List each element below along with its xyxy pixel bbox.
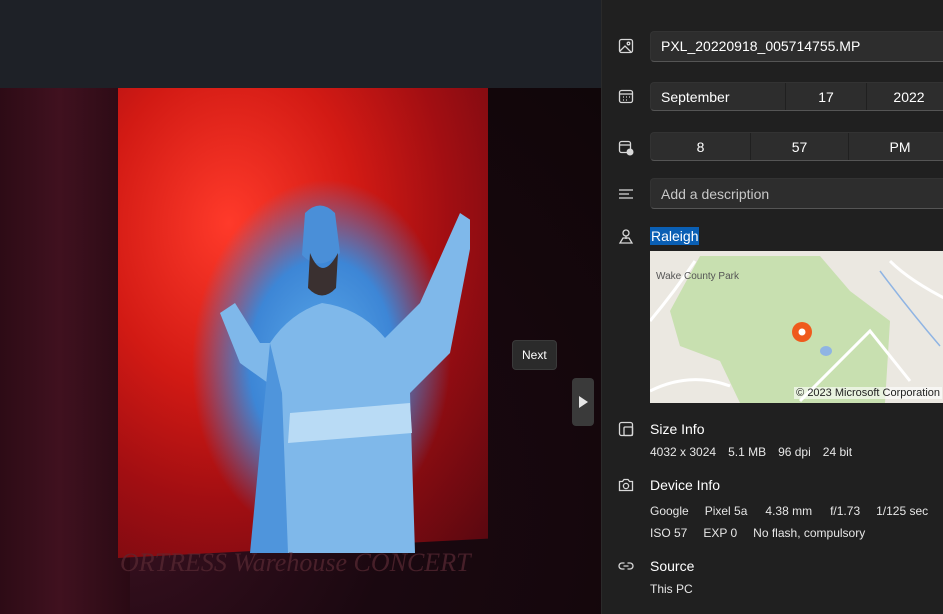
- resolution-value: 4032 x 3024: [650, 445, 717, 459]
- size-info-icon: [618, 421, 634, 437]
- focal-length: 4.38 mm: [765, 504, 813, 518]
- date-picker[interactable]: September 17 2022: [650, 82, 943, 111]
- year-segment[interactable]: 2022: [867, 83, 943, 110]
- play-right-icon: [579, 396, 588, 408]
- ampm-segment[interactable]: PM: [849, 133, 943, 160]
- info-pane: PXL_20220918_005714755.MP September 17 2…: [601, 0, 943, 614]
- device-info-line-1: Google Pixel 5a 4.38 mm f/1.73 1/125 sec: [650, 504, 943, 518]
- calendar-icon: [618, 89, 634, 104]
- size-info-values: 4032 x 3024 5.1 MB 96 dpi 24 bit: [650, 445, 868, 459]
- month-segment[interactable]: September: [651, 83, 786, 110]
- next-tooltip: Next: [512, 340, 557, 370]
- photo-image: ORTRESS Warehouse CONCERT: [0, 88, 601, 614]
- viewer-toolbar: [0, 0, 601, 88]
- photo-sign-text: ORTRESS Warehouse CONCERT: [120, 548, 471, 577]
- time-picker[interactable]: 8 57 PM: [650, 132, 943, 161]
- source-value: This PC: [650, 582, 693, 596]
- minute-segment[interactable]: 57: [751, 133, 849, 160]
- bit-depth-value: 24 bit: [822, 445, 853, 459]
- device-info-line-2: ISO 57 EXP 0 No flash, compulsory: [650, 526, 881, 540]
- dpi-value: 96 dpi: [778, 445, 811, 459]
- source-title: Source: [650, 558, 695, 574]
- camera-model: Pixel 5a: [704, 504, 748, 518]
- filename-field[interactable]: PXL_20220918_005714755.MP: [650, 31, 943, 62]
- size-info-title: Size Info: [650, 421, 705, 437]
- photo-viewer: ORTRESS Warehouse CONCERT Next: [0, 0, 601, 614]
- map-park-label: Wake County Park: [656, 271, 739, 282]
- map-copyright: © 2023 Microsoft Corporation: [794, 387, 942, 399]
- camera-icon: [618, 478, 634, 492]
- calendar-clock-icon: [618, 140, 634, 156]
- photo-wall: [0, 88, 130, 614]
- aperture: f/1.73: [830, 504, 861, 518]
- camera-make: Google: [650, 504, 689, 518]
- flash-mode: No flash, compulsory: [753, 526, 866, 540]
- location-map[interactable]: Wake County Park © 2023 Microsoft Corpor…: [650, 251, 943, 403]
- device-info-title: Device Info: [650, 477, 721, 493]
- hour-segment[interactable]: 8: [651, 133, 751, 160]
- link-icon: [618, 562, 634, 570]
- description-input[interactable]: Add a description: [650, 178, 943, 209]
- exposure-time: 1/125 sec: [876, 504, 929, 518]
- next-button[interactable]: [572, 378, 594, 426]
- description-icon: [619, 189, 633, 199]
- exposure-bias: EXP 0: [703, 526, 738, 540]
- file-size-value: 5.1 MB: [728, 445, 767, 459]
- day-segment[interactable]: 17: [786, 83, 867, 110]
- iso-value: ISO 57: [650, 526, 688, 540]
- location-icon: [618, 229, 634, 244]
- location-label[interactable]: Raleigh: [650, 227, 700, 245]
- image-icon: [618, 38, 634, 54]
